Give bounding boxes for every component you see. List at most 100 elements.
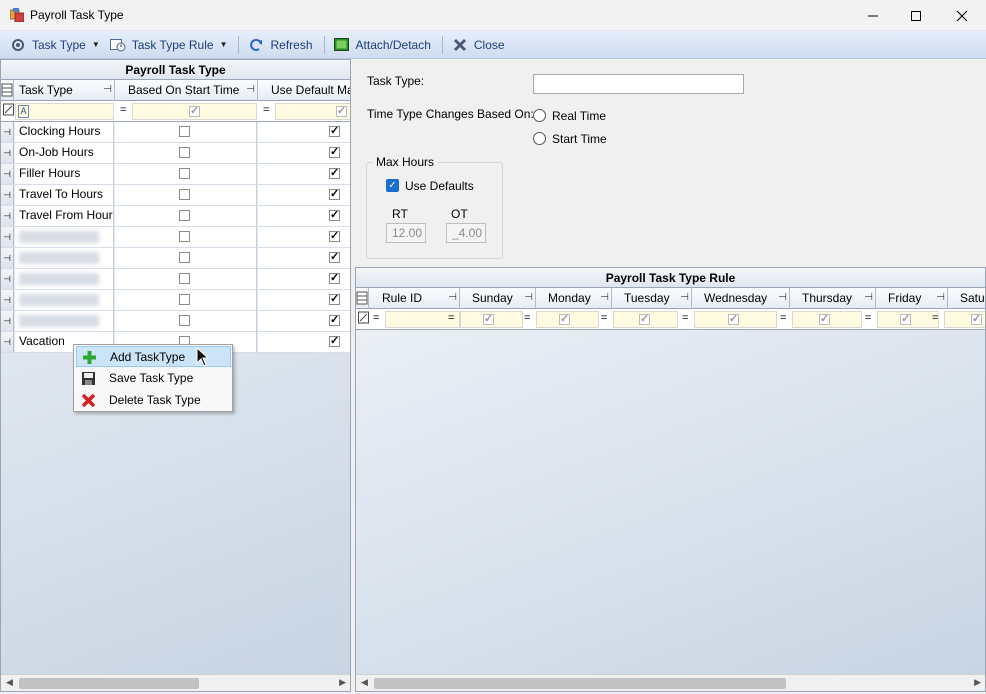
column-header-tuesday[interactable]: Tuesday ⊣ bbox=[612, 288, 692, 309]
equals-operator[interactable]: = bbox=[373, 312, 379, 324]
pin-icon[interactable]: ⊣ bbox=[448, 288, 457, 308]
minimize-button[interactable] bbox=[850, 0, 896, 31]
use-default-max-checkbox[interactable] bbox=[329, 145, 340, 158]
equals-operator[interactable]: = bbox=[780, 312, 786, 324]
row-selector-icon[interactable]: ⊣ bbox=[1, 143, 14, 163]
equals-operator[interactable]: = bbox=[682, 312, 688, 324]
based-on-start-time-cell[interactable] bbox=[115, 269, 257, 289]
row-selector-icon[interactable]: ⊣ bbox=[1, 227, 14, 247]
filter-checkbox[interactable] bbox=[900, 312, 911, 325]
task-type-cell[interactable] bbox=[15, 290, 114, 310]
column-header-based-on-start-time[interactable]: Based On Start Time ⊣ bbox=[115, 80, 258, 101]
task-type-cell[interactable]: On-Job Hours bbox=[15, 143, 114, 163]
filter-checkbox[interactable] bbox=[971, 312, 982, 325]
use-default-max-checkbox[interactable] bbox=[329, 292, 340, 305]
real-time-radio[interactable] bbox=[533, 109, 546, 122]
use-default-max-checkbox[interactable] bbox=[329, 229, 340, 242]
column-chooser-icon[interactable] bbox=[1, 80, 14, 101]
based-on-start-time-cell[interactable] bbox=[115, 206, 257, 226]
based-on-start-time-checkbox[interactable] bbox=[179, 210, 190, 221]
based-on-start-time-cell[interactable] bbox=[115, 248, 257, 268]
filter-tuesday[interactable] bbox=[613, 311, 678, 328]
table-row[interactable]: ⊣ bbox=[1, 227, 350, 248]
row-selector-icon[interactable]: ⊣ bbox=[1, 122, 14, 142]
filter-saturday[interactable] bbox=[944, 311, 985, 328]
equals-operator[interactable]: = bbox=[448, 312, 454, 324]
refresh-button[interactable]: Refresh bbox=[244, 34, 316, 56]
based-on-start-time-cell[interactable] bbox=[115, 164, 257, 184]
scroll-left-icon[interactable]: ◀ bbox=[361, 677, 368, 688]
delete-task-type-menu-item[interactable]: Delete Task Type bbox=[76, 390, 231, 411]
task-type-cell[interactable] bbox=[15, 269, 114, 289]
equals-operator[interactable]: = bbox=[524, 312, 530, 324]
use-default-max-checkbox[interactable] bbox=[329, 250, 340, 263]
ot-input[interactable]: _4.00 bbox=[446, 223, 486, 243]
filter-friday[interactable] bbox=[877, 311, 939, 328]
table-row[interactable]: ⊣ bbox=[1, 248, 350, 269]
table-row[interactable]: ⊣ Filler Hours bbox=[1, 164, 350, 185]
filter-checkbox[interactable] bbox=[728, 312, 739, 325]
column-header-wednesday[interactable]: Wednesday ⊣ bbox=[692, 288, 790, 309]
scroll-right-icon[interactable]: ▶ bbox=[339, 677, 346, 688]
row-selector-icon[interactable]: ⊣ bbox=[1, 311, 14, 331]
task-type-cell[interactable]: Clocking Hours bbox=[15, 122, 114, 142]
horizontal-scrollbar[interactable]: ◀ ▶ bbox=[356, 674, 985, 691]
pin-icon[interactable]: ⊣ bbox=[778, 288, 787, 308]
use-default-max-cell[interactable] bbox=[258, 290, 350, 310]
pin-icon[interactable]: ⊣ bbox=[524, 288, 533, 308]
scroll-right-icon[interactable]: ▶ bbox=[974, 677, 981, 688]
based-on-start-time-cell[interactable] bbox=[115, 227, 257, 247]
pin-icon[interactable]: ⊣ bbox=[600, 288, 609, 308]
filter-checkbox[interactable] bbox=[639, 312, 650, 325]
table-row[interactable]: ⊣ Travel From Hour bbox=[1, 206, 350, 227]
column-header-use-default-max[interactable]: Use Default Max bbox=[258, 80, 350, 101]
use-default-max-cell[interactable] bbox=[258, 269, 350, 289]
column-header-monday[interactable]: Monday ⊣ bbox=[536, 288, 612, 309]
task-type-cell[interactable]: Filler Hours bbox=[15, 164, 114, 184]
based-on-start-time-cell[interactable] bbox=[115, 311, 257, 331]
column-chooser-icon[interactable] bbox=[356, 288, 369, 309]
attach-detach-button[interactable]: Attach/Detach bbox=[330, 34, 435, 56]
based-on-start-time-checkbox[interactable] bbox=[179, 147, 190, 158]
task-type-cell[interactable]: Travel From Hour bbox=[15, 206, 114, 226]
pin-icon[interactable]: ⊣ bbox=[246, 80, 255, 100]
maximize-button[interactable] bbox=[893, 0, 939, 31]
scroll-thumb[interactable] bbox=[19, 678, 199, 689]
use-default-max-cell[interactable] bbox=[258, 164, 350, 184]
table-row[interactable]: ⊣ bbox=[1, 269, 350, 290]
scroll-left-icon[interactable]: ◀ bbox=[6, 677, 13, 688]
save-task-type-menu-item[interactable]: Save Task Type bbox=[76, 368, 231, 389]
rt-input[interactable]: 12.00 bbox=[386, 223, 426, 243]
table-row[interactable]: ⊣ bbox=[1, 311, 350, 332]
based-on-start-time-checkbox[interactable] bbox=[179, 231, 190, 242]
filter-wednesday[interactable] bbox=[694, 311, 777, 328]
equals-operator[interactable]: = bbox=[865, 312, 871, 324]
use-default-max-checkbox[interactable] bbox=[329, 187, 340, 200]
column-header-rule-id[interactable]: Rule ID ⊣ bbox=[370, 288, 460, 309]
filter-task-type-input[interactable]: A bbox=[15, 103, 114, 120]
pin-icon[interactable]: ⊣ bbox=[680, 288, 689, 308]
filter-checkbox[interactable] bbox=[336, 104, 347, 117]
use-default-max-cell[interactable] bbox=[258, 227, 350, 247]
horizontal-scrollbar[interactable]: ◀ ▶ bbox=[1, 674, 350, 691]
based-on-start-time-cell[interactable] bbox=[115, 290, 257, 310]
based-on-start-time-cell[interactable] bbox=[115, 122, 257, 142]
task-type-menu[interactable]: Task Type ▼ bbox=[6, 34, 104, 56]
based-on-start-time-checkbox[interactable] bbox=[179, 168, 190, 179]
start-time-radio[interactable] bbox=[533, 132, 546, 145]
pin-icon[interactable]: ⊣ bbox=[103, 80, 112, 100]
task-type-cell[interactable] bbox=[15, 248, 114, 268]
based-on-start-time-checkbox[interactable] bbox=[179, 315, 190, 326]
column-header-friday[interactable]: Friday ⊣ bbox=[876, 288, 948, 309]
filter-monday[interactable] bbox=[536, 311, 599, 328]
filter-based-on-start-time[interactable] bbox=[132, 103, 257, 120]
table-row[interactable]: ⊣ bbox=[1, 290, 350, 311]
filter-checkbox[interactable] bbox=[559, 312, 570, 325]
use-default-max-cell[interactable] bbox=[258, 185, 350, 205]
row-selector-icon[interactable]: ⊣ bbox=[1, 269, 14, 289]
clear-filter-icon[interactable] bbox=[3, 102, 14, 120]
row-selector-icon[interactable]: ⊣ bbox=[1, 332, 14, 352]
use-default-max-checkbox[interactable] bbox=[329, 313, 340, 326]
filter-checkbox[interactable] bbox=[189, 104, 200, 117]
scroll-thumb[interactable] bbox=[374, 678, 786, 689]
